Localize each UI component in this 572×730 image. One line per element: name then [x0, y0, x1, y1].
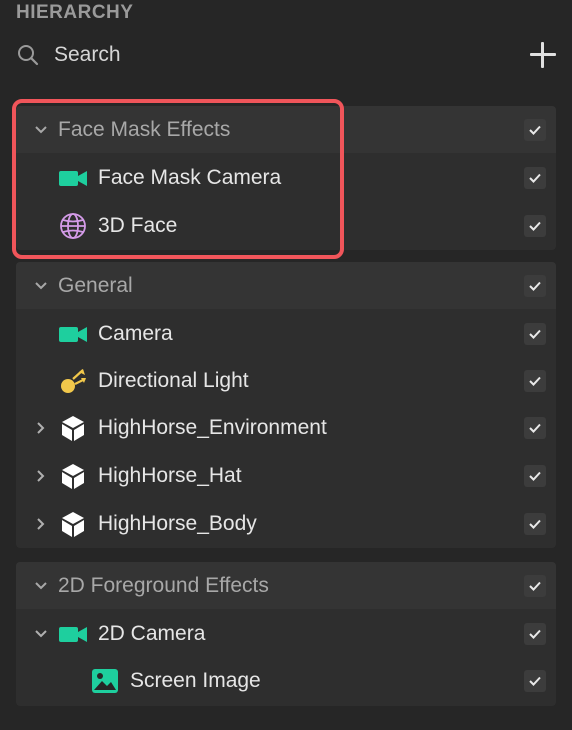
- item-label: Directional Light: [98, 368, 249, 392]
- item-label: HighHorse_Environment: [98, 415, 327, 439]
- chevron-down-icon[interactable]: [34, 279, 48, 293]
- visibility-checkbox[interactable]: [524, 416, 546, 439]
- search-input[interactable]: Search: [54, 43, 530, 67]
- visibility-checkbox[interactable]: [524, 274, 546, 297]
- panel-title: HIERARCHY: [16, 2, 134, 23]
- tree-item[interactable]: Directional Light: [16, 357, 556, 404]
- visibility-checkbox[interactable]: [524, 512, 546, 535]
- chevron-right-icon[interactable]: [34, 469, 48, 483]
- search-bar[interactable]: Search: [16, 36, 556, 74]
- group-header[interactable]: General: [16, 262, 556, 309]
- item-label: 3D Face: [98, 213, 178, 237]
- group-2d-foreground-effects: 2D Foreground Effects 2D Camera Screen I…: [16, 562, 556, 706]
- chevron-down-icon[interactable]: [34, 579, 48, 593]
- tree-item[interactable]: HighHorse_Environment: [16, 404, 556, 451]
- group-header[interactable]: Face Mask Effects: [16, 106, 556, 153]
- group-header[interactable]: 2D Foreground Effects: [16, 562, 556, 609]
- tree-item[interactable]: Camera: [16, 310, 556, 357]
- camera-icon: [58, 319, 88, 349]
- camera-icon: [58, 163, 88, 193]
- item-label: HighHorse_Hat: [98, 463, 242, 487]
- visibility-checkbox[interactable]: [524, 322, 546, 345]
- visibility-checkbox[interactable]: [524, 118, 546, 141]
- visibility-checkbox[interactable]: [524, 622, 546, 645]
- tree-item[interactable]: HighHorse_Body: [16, 500, 556, 547]
- chevron-right-icon[interactable]: [34, 421, 48, 435]
- image-icon: [90, 666, 120, 696]
- cube-icon: [58, 509, 88, 539]
- chevron-right-icon[interactable]: [34, 517, 48, 531]
- item-label: Camera: [98, 321, 173, 345]
- group-general: General Camera Directional Light HighHor…: [16, 262, 556, 548]
- group-label: Face Mask Effects: [58, 117, 231, 141]
- tree-item[interactable]: 2D Camera: [16, 610, 556, 657]
- group-label: 2D Foreground Effects: [58, 573, 269, 597]
- chevron-down-icon[interactable]: [34, 627, 48, 641]
- item-label: HighHorse_Body: [98, 511, 257, 535]
- item-label: 2D Camera: [98, 621, 206, 645]
- visibility-checkbox[interactable]: [524, 166, 546, 189]
- cube-icon: [58, 461, 88, 491]
- item-label: Screen Image: [130, 668, 261, 692]
- visibility-checkbox[interactable]: [524, 369, 546, 392]
- camera-icon: [58, 619, 88, 649]
- add-object-button[interactable]: [530, 42, 556, 68]
- cube-icon: [58, 413, 88, 443]
- tree-item[interactable]: Screen Image: [16, 657, 556, 704]
- visibility-checkbox[interactable]: [524, 669, 546, 692]
- visibility-checkbox[interactable]: [524, 574, 546, 597]
- visibility-checkbox[interactable]: [524, 464, 546, 487]
- face-mesh-icon: [58, 211, 88, 241]
- group-face-mask-effects: Face Mask Effects Face Mask Camera 3D Fa…: [16, 106, 556, 250]
- visibility-checkbox[interactable]: [524, 214, 546, 237]
- search-icon: [18, 45, 39, 66]
- group-label: General: [58, 273, 133, 297]
- tree-item[interactable]: Face Mask Camera: [16, 154, 556, 201]
- tree-item[interactable]: 3D Face: [16, 202, 556, 249]
- directional-light-icon: [58, 366, 88, 396]
- tree-item[interactable]: HighHorse_Hat: [16, 452, 556, 499]
- chevron-down-icon[interactable]: [34, 123, 48, 137]
- item-label: Face Mask Camera: [98, 165, 282, 189]
